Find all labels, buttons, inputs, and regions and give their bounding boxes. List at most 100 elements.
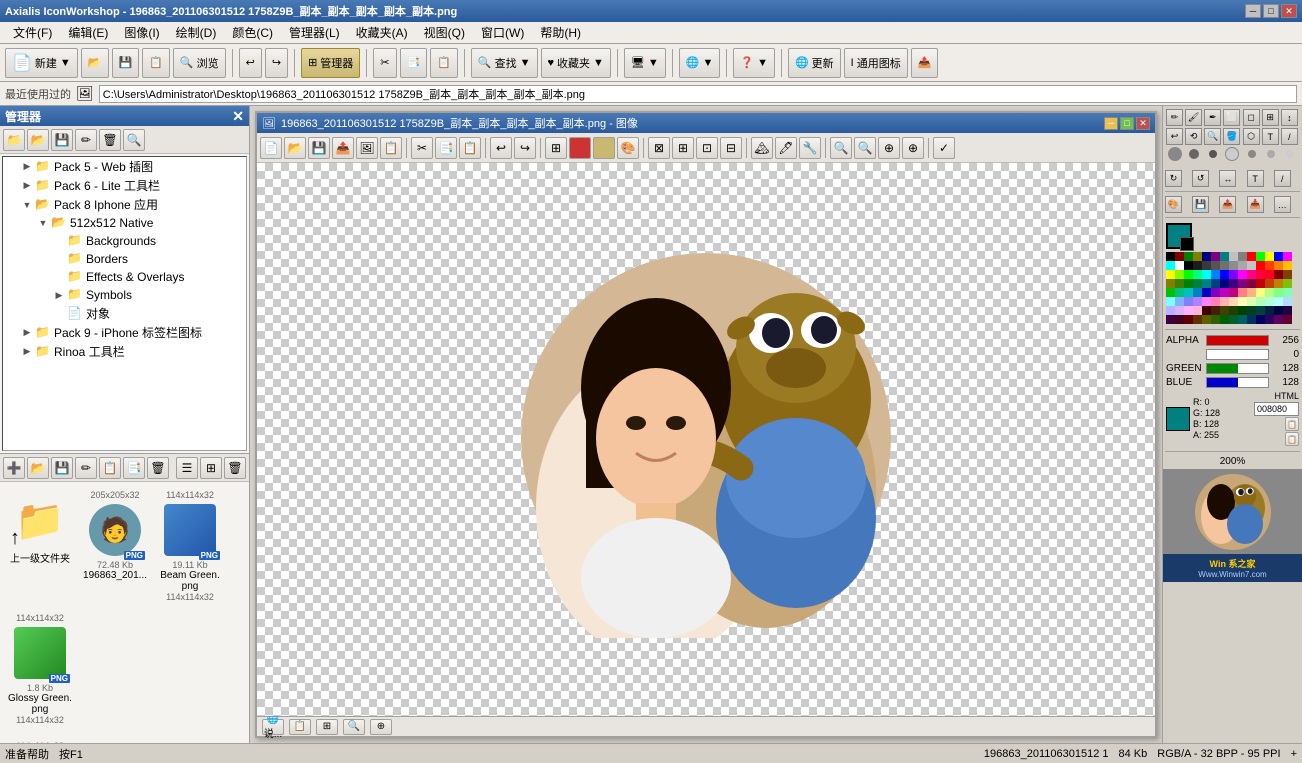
status-btn2[interactable]: 📋	[289, 719, 311, 735]
color-cell[interactable]	[1202, 306, 1211, 315]
img-new-button[interactable]: 📄	[260, 137, 282, 159]
color-cell[interactable]	[1220, 288, 1229, 297]
color-cell[interactable]	[1256, 279, 1265, 288]
color-cell[interactable]	[1283, 306, 1292, 315]
color-cell[interactable]	[1211, 315, 1220, 324]
color-cell[interactable]	[1220, 252, 1229, 261]
color-cell[interactable]	[1274, 279, 1283, 288]
img-color2-button[interactable]	[593, 137, 615, 159]
color-cell[interactable]	[1229, 288, 1238, 297]
color-cell[interactable]	[1256, 297, 1265, 306]
img-btn16[interactable]: 🎨	[617, 137, 639, 159]
menu-file[interactable]: 文件(F)	[5, 22, 60, 43]
img-btn20[interactable]: ⊟	[720, 137, 742, 159]
color-cell[interactable]	[1220, 315, 1229, 324]
color-cell[interactable]	[1283, 261, 1292, 270]
color-cell[interactable]	[1220, 297, 1229, 306]
monitor-button[interactable]: 🖥▼	[624, 48, 666, 78]
color-cell[interactable]	[1229, 279, 1238, 288]
color-cell[interactable]	[1166, 297, 1175, 306]
color-cell[interactable]	[1184, 315, 1193, 324]
slash-tool[interactable]: /	[1274, 170, 1291, 187]
color-cell[interactable]	[1166, 261, 1175, 270]
img-zoom-out-button[interactable]: 🔍	[854, 137, 876, 159]
color-cell[interactable]	[1283, 252, 1292, 261]
save-as-button[interactable]: 📋	[142, 48, 170, 78]
img-open-button[interactable]: 📂	[284, 137, 306, 159]
img-photo-button[interactable]: 🏔	[751, 137, 773, 159]
rotate-cw-tool[interactable]: ↻	[1165, 170, 1182, 187]
cut-button[interactable]: ✂	[373, 48, 396, 78]
file-view-grid[interactable]: ⊞	[200, 457, 222, 479]
color-cell[interactable]	[1175, 297, 1184, 306]
img-btn18[interactable]: ⊞	[672, 137, 694, 159]
minimize-button[interactable]: ─	[1245, 4, 1261, 18]
color-cell[interactable]	[1238, 288, 1247, 297]
color-cell[interactable]	[1166, 252, 1175, 261]
open-button[interactable]: 📂	[81, 48, 109, 78]
file-btn3[interactable]: 💾	[51, 457, 73, 479]
zoom-tool[interactable]: 🔍	[1204, 128, 1221, 145]
color-cell[interactable]	[1265, 297, 1274, 306]
file-add-button[interactable]: ➕	[3, 457, 25, 479]
color-cell[interactable]	[1193, 297, 1202, 306]
img-btn26[interactable]: ⊕	[878, 137, 900, 159]
new-button[interactable]: 📄 新建 ▼	[5, 48, 78, 78]
menu-window[interactable]: 窗口(W)	[473, 22, 532, 43]
color-cell[interactable]	[1184, 270, 1193, 279]
path-input[interactable]	[99, 85, 1297, 103]
color-cell[interactable]	[1247, 252, 1256, 261]
file-btn7[interactable]: 🗑	[147, 457, 169, 479]
color-cell[interactable]	[1202, 315, 1211, 324]
color-cell[interactable]	[1256, 306, 1265, 315]
color-cell[interactable]	[1238, 306, 1247, 315]
file-delete-button[interactable]: 🗑	[224, 457, 246, 479]
hex-tool[interactable]: ⬡	[1243, 128, 1260, 145]
color-cell[interactable]	[1229, 315, 1238, 324]
img-btn23[interactable]: 🔧	[799, 137, 821, 159]
color-cell[interactable]	[1193, 279, 1202, 288]
search-button[interactable]: 🔍 查找 ▼	[471, 48, 538, 78]
line-tool[interactable]: /	[1281, 128, 1298, 145]
color-cell[interactable]	[1211, 297, 1220, 306]
color-cell[interactable]	[1211, 252, 1220, 261]
tree-item-pack8[interactable]: ▼ 📂 Pack 8 Iphone 应用	[3, 195, 246, 214]
color-cell[interactable]	[1220, 261, 1229, 270]
color-cell[interactable]	[1238, 279, 1247, 288]
tree-edit-button[interactable]: ✏	[75, 129, 97, 151]
color-cell[interactable]	[1202, 288, 1211, 297]
export-button[interactable]: 📤	[911, 48, 939, 78]
img-paste-button[interactable]: 📋	[459, 137, 481, 159]
undo-button[interactable]: ↩	[239, 48, 262, 78]
color-cell[interactable]	[1229, 270, 1238, 279]
globe-button[interactable]: 🌐▼	[679, 48, 721, 78]
file-btn4[interactable]: ✏	[75, 457, 97, 479]
color-cell[interactable]	[1247, 306, 1256, 315]
manager-close-button[interactable]: ✕	[232, 108, 244, 125]
menu-favorites[interactable]: 收藏夹(A)	[348, 22, 416, 43]
copy-button[interactable]: 📑	[400, 48, 428, 78]
browse-button[interactable]: 🔍 浏览	[173, 48, 226, 78]
color-cell[interactable]	[1202, 279, 1211, 288]
img-btn6[interactable]: 📋	[380, 137, 402, 159]
file-view-list[interactable]: ☰	[176, 457, 198, 479]
tree-open-button[interactable]: 📂	[27, 129, 49, 151]
html-copy-button[interactable]: 📋	[1285, 417, 1299, 431]
color-cell[interactable]	[1274, 288, 1283, 297]
tree-item-pack5[interactable]: ▶ 📁 Pack 5 - Web 插图	[3, 157, 246, 176]
image-maximize-button[interactable]: □	[1120, 117, 1134, 130]
color-cell[interactable]	[1247, 279, 1256, 288]
menu-image[interactable]: 图像(I)	[116, 22, 167, 43]
color-cell[interactable]	[1175, 315, 1184, 324]
color-cell[interactable]	[1256, 315, 1265, 324]
status-btn4[interactable]: 🔍	[343, 719, 365, 735]
color-cell[interactable]	[1166, 279, 1175, 288]
color-cell[interactable]	[1256, 261, 1265, 270]
img-btn19[interactable]: ⊡	[696, 137, 718, 159]
select-tool[interactable]: ◻	[1243, 109, 1260, 126]
tree-item-borders[interactable]: 📁 Borders	[3, 250, 246, 268]
tree-item-512[interactable]: ▼ 📂 512x512 Native	[3, 214, 246, 232]
export-tool[interactable]: 📤	[1219, 196, 1236, 213]
color-cell[interactable]	[1247, 288, 1256, 297]
color-cell[interactable]	[1265, 306, 1274, 315]
